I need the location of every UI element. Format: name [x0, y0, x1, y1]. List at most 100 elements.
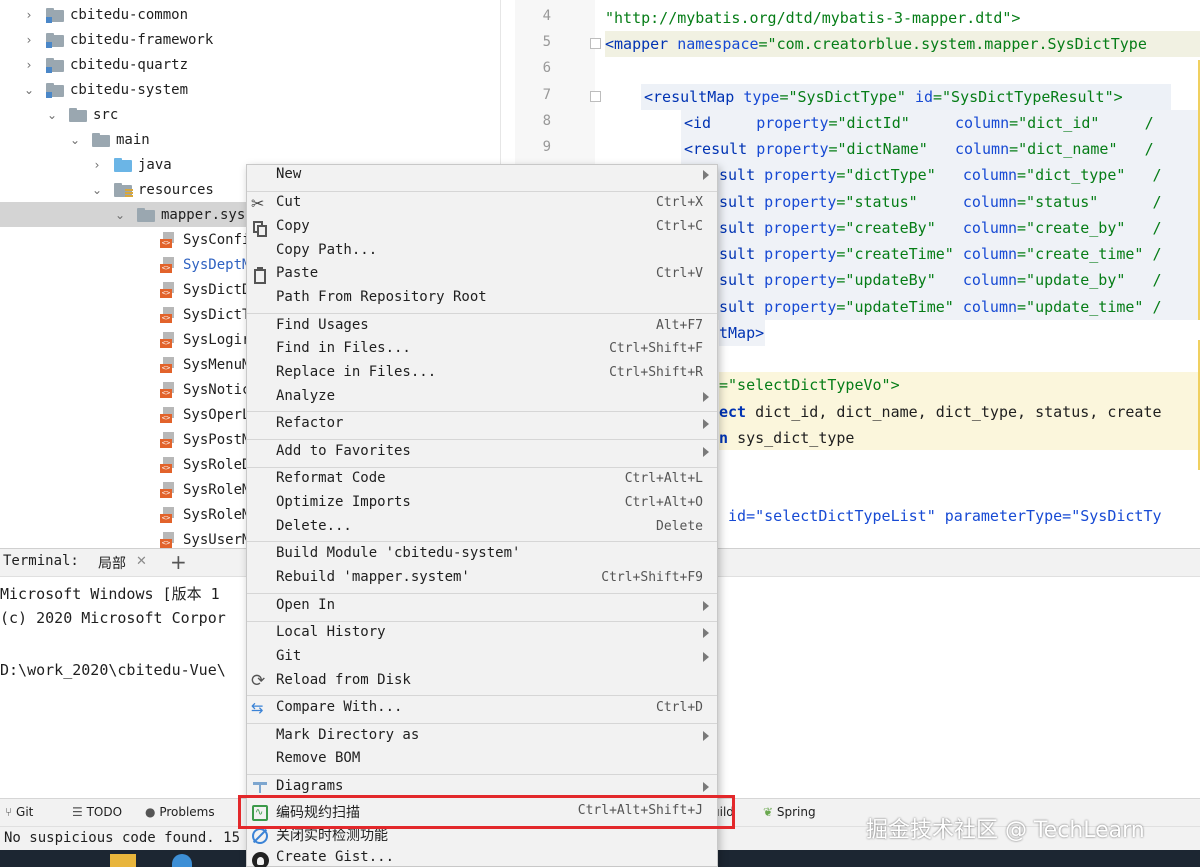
tree-item-src[interactable]: ⌄ src: [0, 102, 500, 127]
fold-marker-icon[interactable]: [590, 91, 601, 102]
chevron-down-icon[interactable]: ⌄: [70, 134, 80, 146]
menu-item-copy[interactable]: Copy Ctrl+C: [247, 217, 717, 241]
code-text: property: [764, 219, 837, 237]
tree-item-cbitedu-quartz[interactable]: › cbitedu-quartz: [0, 52, 500, 77]
menu-separator: [247, 439, 717, 440]
folder-app-icon[interactable]: [110, 854, 136, 867]
menu-item-refactor[interactable]: Refactor: [247, 414, 717, 438]
menu-item-find-usages[interactable]: Find Usages Alt+F7: [247, 316, 717, 340]
status-message: No suspicious code found. 15 f: [4, 830, 257, 846]
menu-item-shortcut: Delete: [656, 519, 703, 534]
menu-item-mark-directory-as[interactable]: Mark Directory as: [247, 726, 717, 750]
todo-tool-button[interactable]: ☰ TODO: [72, 805, 122, 819]
tree-item-label: SysDictD: [183, 281, 251, 298]
tree-item-main[interactable]: ⌄ main: [0, 127, 500, 152]
menu-item-paste[interactable]: Paste Ctrl+V: [247, 264, 717, 288]
close-icon[interactable]: ✕: [136, 554, 147, 569]
menu-item-shortcut: Ctrl+D: [656, 700, 703, 715]
watermark: 掘金技术社区 @ TechLearn: [866, 818, 1145, 843]
tree-item-cbitedu-common[interactable]: › cbitedu-common: [0, 2, 500, 27]
menu-item-cut[interactable]: ✂ Cut Ctrl+X: [247, 193, 717, 217]
annotation-highlight-box: [238, 795, 735, 829]
menu-item-compare-with[interactable]: ⇆ Compare With... Ctrl+D: [247, 698, 717, 722]
menu-item-git[interactable]: Git: [247, 647, 717, 671]
menu-item-new[interactable]: New: [247, 165, 717, 189]
terminal-line: Microsoft Windows [版本 1: [0, 585, 220, 603]
tree-item-label: cbitedu-quartz: [70, 56, 189, 73]
menu-item-label: Reformat Code: [276, 470, 386, 486]
menu-separator: [247, 593, 717, 594]
xml-file-icon: <>: [160, 281, 176, 298]
menu-item-label: Copy Path...: [276, 242, 378, 258]
terminal-tab[interactable]: 局部: [98, 553, 126, 573]
code-text: property: [764, 245, 837, 263]
menu-item-remove-bom[interactable]: Remove BOM: [247, 749, 717, 773]
resources-folder-icon: [114, 182, 133, 197]
tree-item-label: SysLogir: [183, 331, 251, 348]
git-tool-button[interactable]: ⑂ Git: [5, 805, 33, 819]
menu-item-path-from-repository-root[interactable]: Path From Repository Root: [247, 288, 717, 312]
chevron-down-icon[interactable]: ⌄: [92, 184, 102, 196]
menu-item-open-in[interactable]: Open In: [247, 596, 717, 620]
menu-item-create-gist[interactable]: Create Gist...: [247, 848, 717, 867]
menu-item-label: Delete...: [276, 518, 352, 534]
xml-file-icon: <>: [160, 431, 176, 448]
menu-separator: [247, 621, 717, 622]
chevron-down-icon[interactable]: ⌄: [47, 109, 57, 121]
detect-off-icon: [251, 827, 269, 845]
add-icon[interactable]: +: [170, 550, 187, 574]
menu-item-label: Git: [276, 648, 302, 664]
code-text: <mapper: [605, 35, 678, 53]
code-text: ="dict_id" /: [1009, 114, 1154, 132]
code-text: ="updateBy": [836, 271, 963, 289]
menu-item-delete[interactable]: Delete... Delete: [247, 517, 717, 541]
code-text: dict_id, dict_name, dict_type, status, c…: [755, 403, 1162, 421]
xml-file-icon: <>: [160, 231, 176, 248]
source-folder-icon: [114, 157, 132, 172]
menu-item-local-history[interactable]: Local History: [247, 623, 717, 647]
menu-item-find-in-files[interactable]: Find in Files... Ctrl+Shift+F: [247, 339, 717, 363]
menu-item-build-module[interactable]: Build Module 'cbitedu-system': [247, 544, 717, 568]
menu-item-analyze[interactable]: Analyze: [247, 387, 717, 411]
spring-tool-button[interactable]: ❦ Spring: [763, 805, 816, 819]
tree-item-label: SysConfi: [183, 231, 251, 248]
menu-item-label: Paste: [276, 265, 319, 281]
module-folder-icon: [46, 7, 64, 23]
chevron-down-icon[interactable]: ⌄: [24, 84, 34, 96]
menu-item-rebuild[interactable]: Rebuild 'mapper.system' Ctrl+Shift+F9: [247, 568, 717, 592]
menu-item-label: Cut: [276, 194, 302, 210]
tree-item-cbitedu-system[interactable]: ⌄ cbitedu-system: [0, 77, 500, 102]
menu-item-add-to-favorites[interactable]: Add to Favorites: [247, 442, 717, 466]
tree-item-cbitedu-framework[interactable]: › cbitedu-framework: [0, 27, 500, 52]
chevron-right-icon[interactable]: ›: [92, 159, 102, 171]
code-text: ="createBy": [836, 219, 963, 237]
browser-app-icon[interactable]: [172, 854, 192, 867]
problems-tool-button[interactable]: ● Problems: [145, 805, 215, 819]
menu-item-reload-from-disk[interactable]: ⟳ Reload from Disk: [247, 671, 717, 695]
tree-item-label: SysOperL: [183, 406, 251, 423]
code-text: sult: [719, 166, 765, 184]
menu-item-label: Diagrams: [276, 778, 344, 794]
chevron-right-icon[interactable]: ›: [24, 9, 34, 21]
terminal-line: D:\work_2020\cbitedu-Vue\: [0, 661, 226, 679]
code-text: sult: [719, 245, 765, 263]
chevron-down-icon[interactable]: ⌄: [115, 209, 125, 221]
chevron-right-icon[interactable]: ›: [24, 59, 34, 71]
code-text: sys_dict_type: [737, 429, 855, 447]
fold-marker-icon[interactable]: [590, 38, 601, 49]
tree-item-label: mapper.syst: [161, 206, 254, 223]
tree-item-label: SysNotic: [183, 381, 251, 398]
line-number: 9: [542, 139, 551, 155]
menu-item-replace-in-files[interactable]: Replace in Files... Ctrl+Shift+R: [247, 363, 717, 387]
chevron-right-icon[interactable]: ›: [24, 34, 34, 46]
submenu-arrow-icon: [703, 652, 709, 662]
menu-item-optimize-imports[interactable]: Optimize Imports Ctrl+Alt+O: [247, 493, 717, 517]
submenu-arrow-icon: [703, 782, 709, 792]
menu-item-copy-path[interactable]: Copy Path...: [247, 241, 717, 265]
module-folder-icon: [46, 82, 64, 98]
submenu-arrow-icon: [703, 170, 709, 180]
reload-icon: ⟳: [251, 671, 266, 691]
menu-item-reformat-code[interactable]: Reformat Code Ctrl+Alt+L: [247, 469, 717, 493]
menu-separator: [247, 411, 717, 412]
code-text: tMap>: [719, 324, 765, 342]
